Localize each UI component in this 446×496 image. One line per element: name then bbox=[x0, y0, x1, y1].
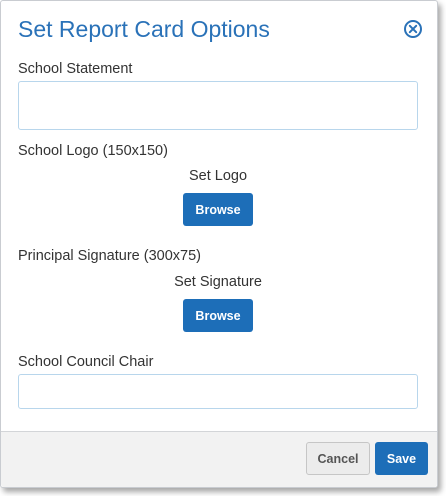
close-circle-icon bbox=[404, 20, 422, 38]
dialog-title: Set Report Card Options bbox=[18, 16, 270, 42]
signature-status-text: Set Signature bbox=[174, 274, 262, 290]
school-council-chair-label: School Council Chair bbox=[18, 354, 154, 370]
cancel-button[interactable]: Cancel bbox=[306, 442, 370, 475]
school-statement-label: School Statement bbox=[18, 61, 133, 77]
browse-logo-button[interactable]: Browse bbox=[183, 193, 253, 226]
school-council-chair-input[interactable] bbox=[18, 374, 418, 409]
school-statement-input[interactable] bbox=[18, 81, 418, 130]
school-logo-label: School Logo (150x150) bbox=[18, 143, 168, 159]
save-button[interactable]: Save bbox=[375, 442, 428, 475]
report-card-options-dialog: Set Report Card Options School Statement… bbox=[0, 0, 438, 488]
browse-signature-button[interactable]: Browse bbox=[183, 299, 253, 332]
logo-status-text: Set Logo bbox=[188, 168, 248, 184]
dialog-footer: Cancel Save bbox=[1, 431, 437, 487]
principal-signature-label: Principal Signature (300x75) bbox=[18, 248, 201, 264]
close-button[interactable] bbox=[403, 19, 423, 39]
dialog-header: Set Report Card Options bbox=[18, 15, 423, 47]
